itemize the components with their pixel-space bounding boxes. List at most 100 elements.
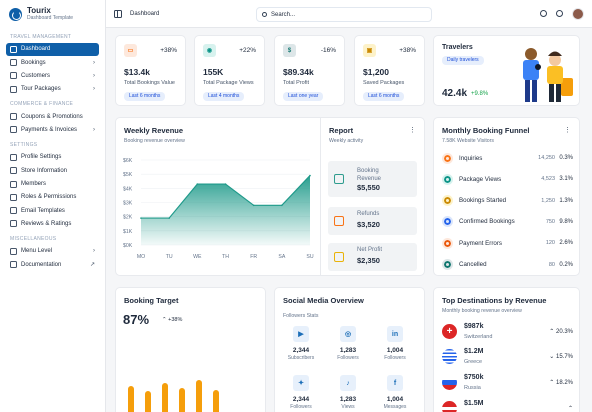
funnel-menu-icon[interactable]: ⋮ [564,126,571,134]
x-tick-label: TU [166,254,173,260]
social-label: Messages [383,404,407,410]
funnel-row: Bookings Started 1,250 1.3% [442,194,573,208]
destination-change: ⌃ 18.2% [549,379,573,386]
booking-target-card: Booking Target 87% ⌃ +38% [115,287,266,412]
coupons-promotions-icon [10,113,17,121]
brand[interactable]: Tourix Dashboard Template [0,0,105,28]
stat-label: Total Package Views [203,80,254,86]
arrow-down-icon: ⌄ [549,354,556,360]
revenue-point [252,204,255,207]
sidebar-item-profile-settings[interactable]: Profile Settings [6,151,99,164]
funnel-row-count: 80 [548,261,555,268]
funnel-row: Cancelled 80 0.2% [442,258,573,272]
bookings-icon [10,59,17,67]
sidebar-item-coupons-promotions[interactable]: Coupons & Promotions [6,110,99,123]
sidebar-item-payments-invoices[interactable]: Payments & Invoices › [6,124,99,137]
avatar[interactable] [572,8,584,20]
sidebar-item-label: Reviews & Ratings [21,220,72,227]
funnel-subtitle: 7.58K Website Visitors [442,138,494,144]
sidebar-item-label: Roles & Permissions [21,194,77,201]
search-input[interactable]: Search... [256,7,432,22]
sidebar-item-email-templates[interactable]: Email Templates [6,204,99,217]
flag-icon [442,375,457,390]
x-tick-label: TH [222,254,229,260]
report-item-icon [334,252,344,262]
report-item[interactable]: Refunds $3,520 [328,207,417,235]
sidebar-item-bookings[interactable]: Bookings › [6,56,99,69]
x-tick-label: SU [306,254,313,260]
sidebar-item-reviews-ratings[interactable]: Reviews & Ratings [6,218,99,231]
stat-card: ▭ +38% $13.4k Total Bookings Value Last 6 mo… [115,35,186,106]
social-card: Social Media Overview Followers Stats ▶ 2… [274,287,425,412]
payments-invoices-icon [10,126,17,134]
stat-period-badge[interactable]: Last 4 months [203,92,245,101]
members-icon [10,180,17,188]
target-bar [213,390,219,412]
search-placeholder: Search... [271,12,296,18]
report-item[interactable]: Booking Revenue $5,550 [328,161,417,197]
funnel-row-icon [442,195,453,207]
flag-icon [442,349,457,364]
social-item[interactable]: f 1,004 Messages [375,375,415,410]
funnel-row-icon [442,173,453,185]
destination-row: + $987k Switzerland ⌃ 20.3% [442,321,573,343]
stat-card: ▣ +38% $1,200 Saved Packages Last 6 months [354,35,425,106]
brand-name: Tourix [27,6,51,15]
target-bar [196,380,202,412]
stat-change: +38% [399,47,416,54]
sidebar-toggle-icon[interactable] [114,10,122,18]
arrow-up-icon: ⌃ [549,329,556,335]
funnel-row-percent: 2.6% [559,240,573,247]
funnel-row-label: Inquiries [459,154,483,162]
flag-icon: + [442,324,457,339]
booking-target-value: 87% [123,312,150,327]
chevron-right-icon: › [93,126,95,133]
sidebar-item-documentation[interactable]: Documentation ↗ [6,258,99,271]
sidebar-item-store-information[interactable]: Store Information [6,164,99,177]
report-item-icon [334,216,344,226]
sidebar-item-members[interactable]: Members [6,178,99,191]
stat-card: $ -16% $89.34k Total Profit Last one year [274,35,345,106]
sidebar-section-title: SETTINGS [10,142,38,149]
weekly-revenue-chart: $0K $1K $2K $3K $4K $5K $6K MO TU WE TH FR SA SU [123,158,314,260]
sidebar: Tourix Dashboard Template TRAVEL MANAGEM… [0,0,106,412]
sidebar-item-label: Members [21,181,47,188]
social-item[interactable]: ◎ 1,283 Followers [328,326,368,361]
sidebar-item-roles-permissions[interactable]: Roles & Permissions [6,191,99,204]
sidebar-item-label: Documentation [21,261,62,268]
target-bar [128,386,134,412]
roles-permissions-icon [10,193,17,201]
stat-period-badge[interactable]: Last 6 months [124,92,166,101]
y-tick-label: $5K [123,172,133,178]
email-templates-icon [10,207,17,215]
theme-icon[interactable] [540,10,547,17]
report-menu-icon[interactable]: ⋮ [409,126,416,134]
funnel-row-percent: 0.2% [559,261,573,268]
sidebar-item-customers[interactable]: Customers › [6,70,99,83]
sidebar-item-label: Menu Level [21,248,53,255]
booking-target-change: ⌃ +38% [162,317,182,323]
stat-icon: ◉ [203,44,216,57]
funnel-row-count: 14,250 [538,155,555,161]
social-title: Social Media Overview [283,296,364,305]
sidebar-item-dashboard[interactable]: Dashboard [6,43,99,56]
report-item[interactable]: Net Profit $2,350 [328,243,417,271]
x-tick-label: SA [278,254,285,260]
social-item[interactable]: ✦ 2,344 Followers [281,375,321,410]
social-label: Followers [290,404,312,410]
sidebar-item-tour-packages[interactable]: Tour Packages › [6,83,99,96]
stat-value: $89.34k [283,67,314,77]
destination-value: $1.5M [464,400,484,407]
chevron-right-icon: › [93,72,95,79]
social-item[interactable]: in 1,004 Followers [375,326,415,361]
social-item[interactable]: ♪ 1,283 Views [328,375,368,410]
x-tick-label: MO [137,254,145,260]
destination-row: $750k Russia ⌃ 18.2% [442,372,573,394]
report-item-label: Booking Revenue [357,168,382,182]
stat-period-badge[interactable]: Last 6 months [363,92,405,101]
linkedin-icon: in [387,326,403,342]
social-item[interactable]: ▶ 2,344 Subscribers [281,326,321,361]
sidebar-item-menu-level[interactable]: Menu Level › [6,245,99,258]
stat-period-badge[interactable]: Last one year [283,92,324,101]
notification-icon[interactable] [556,10,563,17]
